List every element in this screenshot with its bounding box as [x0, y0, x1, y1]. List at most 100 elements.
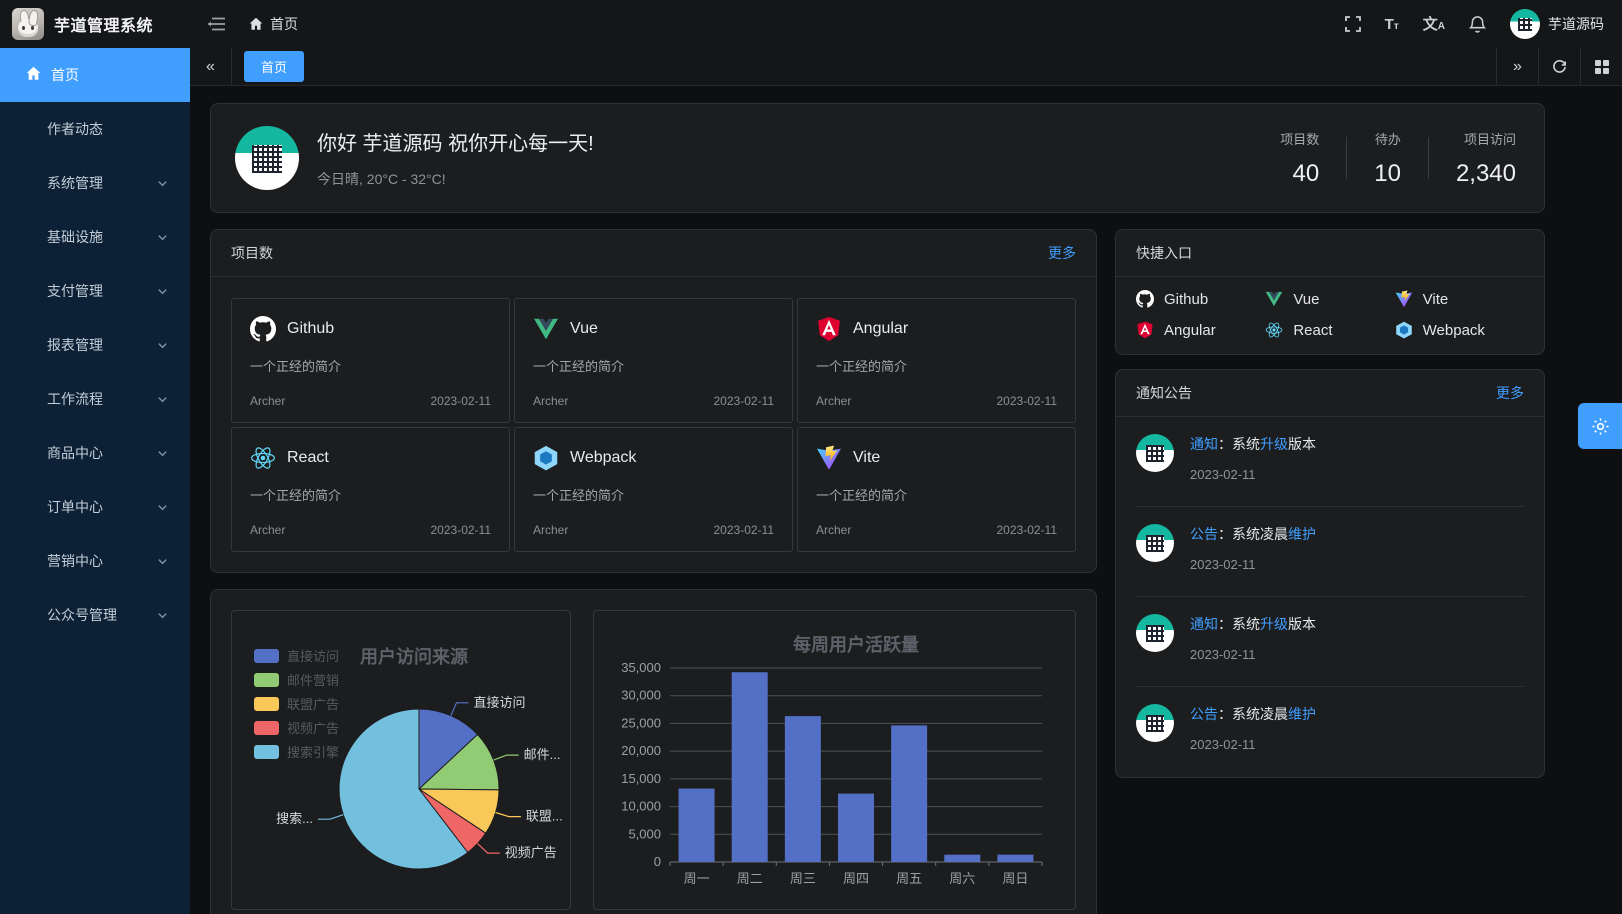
svg-text:30,000: 30,000	[621, 688, 661, 703]
svg-text:周二: 周二	[737, 871, 763, 886]
notice-item[interactable]: 公告：系统凌晨维护 2023-02-11	[1136, 687, 1524, 777]
svg-text:邮件营销: 邮件营销	[287, 673, 339, 688]
user-source-pie-chart: 直接访问邮件营销联盟广告视频广告搜索引擎用户访问来源直接访问邮件...联盟...…	[232, 611, 570, 910]
logo[interactable]: 芋道管理系统	[0, 8, 190, 40]
project-card-React[interactable]: React 一个正经的简介 Archer 2023-02-11	[231, 427, 510, 552]
notices-panel: 通知公告 更多 通知：系统升级版本 2023-02-11 公告：系统凌晨维护 2…	[1115, 369, 1545, 778]
project-name: Webpack	[570, 449, 636, 467]
project-author: Archer	[816, 523, 851, 537]
stat-项目访问: 项目访问 2,340	[1429, 129, 1516, 188]
sidebar-item-系统管理[interactable]: 系统管理	[0, 156, 190, 210]
sidebar-item-公众号管理[interactable]: 公众号管理	[0, 588, 190, 642]
notice-item[interactable]: 公告：系统凌晨维护 2023-02-11	[1136, 507, 1524, 597]
chevron-down-icon	[157, 448, 168, 459]
project-card-Vue[interactable]: Vue 一个正经的简介 Archer 2023-02-11	[514, 298, 793, 423]
project-description: 一个正经的简介	[250, 356, 491, 375]
project-date: 2023-02-11	[997, 394, 1058, 408]
project-author: Archer	[250, 394, 285, 408]
tabs-scroll-left-button[interactable]: «	[190, 48, 232, 85]
project-date: 2023-02-11	[431, 394, 492, 408]
project-name: Github	[287, 320, 334, 338]
svg-text:视频广告: 视频广告	[505, 845, 557, 860]
github-icon	[250, 316, 276, 342]
sidebar: 首页 作者动态系统管理基础设施支付管理报表管理工作流程商品中心订单中心营销中心公…	[0, 48, 190, 914]
welcome-panel: 你好 芋道源码 祝你开心每一天! 今日晴, 20°C - 32°C! 项目数 4…	[210, 103, 1545, 213]
bell-icon[interactable]	[1469, 15, 1486, 33]
projects-more-link[interactable]: 更多	[1048, 243, 1076, 263]
vite-icon	[1395, 290, 1413, 308]
sidebar-item-支付管理[interactable]: 支付管理	[0, 264, 190, 318]
project-date: 2023-02-11	[997, 523, 1058, 537]
sidebar-item-营销中心[interactable]: 营销中心	[0, 534, 190, 588]
chevron-down-icon	[157, 286, 168, 297]
weekly-activity-bar-chart: 每周用户活跃量05,00010,00015,00020,00025,00030,…	[594, 611, 1075, 910]
settings-gear-button[interactable]	[1578, 403, 1622, 449]
sidebar-item-label: 商品中心	[47, 443, 103, 463]
sidebar-item-label: 工作流程	[47, 389, 103, 409]
project-card-Vite[interactable]: Vite 一个正经的简介 Archer 2023-02-11	[797, 427, 1076, 552]
svg-text:每周用户活跃量: 每周用户活跃量	[793, 634, 919, 655]
stat-value: 2,340	[1456, 160, 1516, 188]
angular-icon	[816, 316, 842, 342]
notices-more-link[interactable]: 更多	[1496, 383, 1524, 403]
refresh-tab-button[interactable]	[1538, 48, 1580, 85]
shortcut-Github[interactable]: Github	[1136, 290, 1265, 308]
svg-text:周日: 周日	[1002, 871, 1028, 886]
sidebar-item-订单中心[interactable]: 订单中心	[0, 480, 190, 534]
user-menu[interactable]: 芋道源码	[1510, 9, 1604, 39]
shortcut-Webpack[interactable]: Webpack	[1395, 321, 1524, 339]
tabs-menu-button[interactable]	[1580, 48, 1622, 85]
angular-icon	[1136, 321, 1154, 339]
svg-text:周一: 周一	[684, 871, 710, 886]
svg-text:搜索...: 搜索...	[276, 811, 313, 826]
sidebar-item-商品中心[interactable]: 商品中心	[0, 426, 190, 480]
sidebar-item-label: 公众号管理	[47, 605, 117, 625]
svg-text:周四: 周四	[843, 871, 869, 886]
tab-home[interactable]: 首页	[244, 51, 304, 82]
project-name: Vite	[853, 449, 880, 467]
user-avatar	[1510, 9, 1540, 39]
locale-icon[interactable]: 文A	[1423, 17, 1445, 32]
shortcut-label: React	[1293, 322, 1332, 339]
svg-text:直接访问: 直接访问	[287, 649, 339, 664]
sidebar-item-作者动态[interactable]: 作者动态	[0, 102, 190, 156]
shortcut-Angular[interactable]: Angular	[1136, 321, 1265, 339]
shortcut-Vue[interactable]: Vue	[1265, 290, 1394, 308]
sidebar-item-label: 营销中心	[47, 551, 103, 571]
notice-title: 公告：系统凌晨维护	[1190, 704, 1316, 724]
breadcrumb[interactable]: 首页	[249, 14, 298, 34]
notice-title: 通知：系统升级版本	[1190, 614, 1316, 634]
fullscreen-icon[interactable]	[1345, 16, 1361, 32]
svg-text:联盟...: 联盟...	[526, 809, 563, 824]
svg-text:10,000: 10,000	[621, 799, 661, 814]
font-size-icon[interactable]: Tт	[1385, 17, 1399, 32]
project-name: Angular	[853, 320, 908, 338]
sidebar-item-工作流程[interactable]: 工作流程	[0, 372, 190, 426]
home-icon	[26, 66, 41, 84]
stat-待办: 待办 10	[1347, 129, 1428, 188]
shortcut-label: Vite	[1423, 291, 1449, 308]
project-card-Webpack[interactable]: Webpack 一个正经的简介 Archer 2023-02-11	[514, 427, 793, 552]
sidebar-item-home[interactable]: 首页	[0, 48, 190, 102]
notice-item[interactable]: 通知：系统升级版本 2023-02-11	[1136, 597, 1524, 687]
project-date: 2023-02-11	[714, 523, 775, 537]
project-description: 一个正经的简介	[816, 485, 1057, 504]
svg-text:20,000: 20,000	[621, 743, 661, 758]
vue-icon	[533, 316, 559, 342]
tabs-scroll-right-button[interactable]: »	[1496, 48, 1538, 85]
sidebar-item-基础设施[interactable]: 基础设施	[0, 210, 190, 264]
sidebar-item-报表管理[interactable]: 报表管理	[0, 318, 190, 372]
stat-value: 40	[1280, 160, 1319, 188]
svg-text:搜索引擎: 搜索引擎	[287, 745, 339, 760]
project-card-Angular[interactable]: Angular 一个正经的简介 Archer 2023-02-11	[797, 298, 1076, 423]
project-name: React	[287, 449, 329, 467]
shortcut-Vite[interactable]: Vite	[1395, 290, 1524, 308]
shortcut-React[interactable]: React	[1265, 321, 1394, 339]
project-card-Github[interactable]: Github 一个正经的简介 Archer 2023-02-11	[231, 298, 510, 423]
menu-fold-icon[interactable]	[208, 17, 225, 31]
notice-item[interactable]: 通知：系统升级版本 2023-02-11	[1136, 417, 1524, 507]
project-description: 一个正经的简介	[250, 485, 491, 504]
page-content: 你好 芋道源码 祝你开心每一天! 今日晴, 20°C - 32°C! 项目数 4…	[190, 86, 1622, 914]
welcome-title: 你好 芋道源码 祝你开心每一天!	[317, 127, 594, 156]
notice-avatar	[1136, 614, 1174, 652]
